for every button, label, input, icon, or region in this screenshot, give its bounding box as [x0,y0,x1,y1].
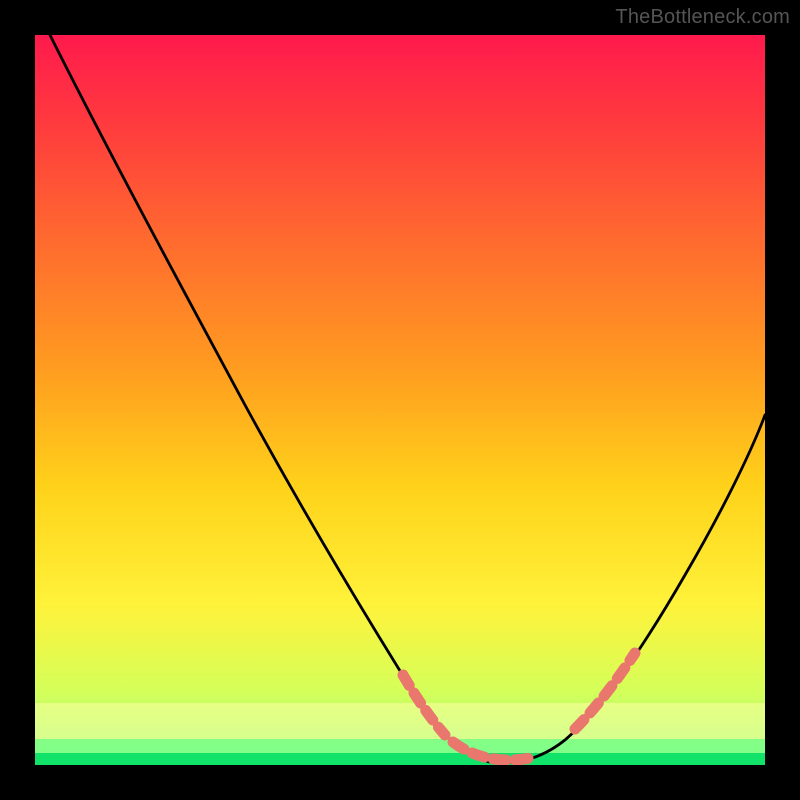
watermark-text: TheBottleneck.com [615,6,790,29]
plot-area [35,35,765,765]
highlight-dashes-left [403,675,445,735]
highlight-dashes-right [575,653,635,729]
bottleneck-curve-line [50,35,765,763]
highlight-dashes-valley [453,742,535,760]
chart-curve [35,35,765,765]
